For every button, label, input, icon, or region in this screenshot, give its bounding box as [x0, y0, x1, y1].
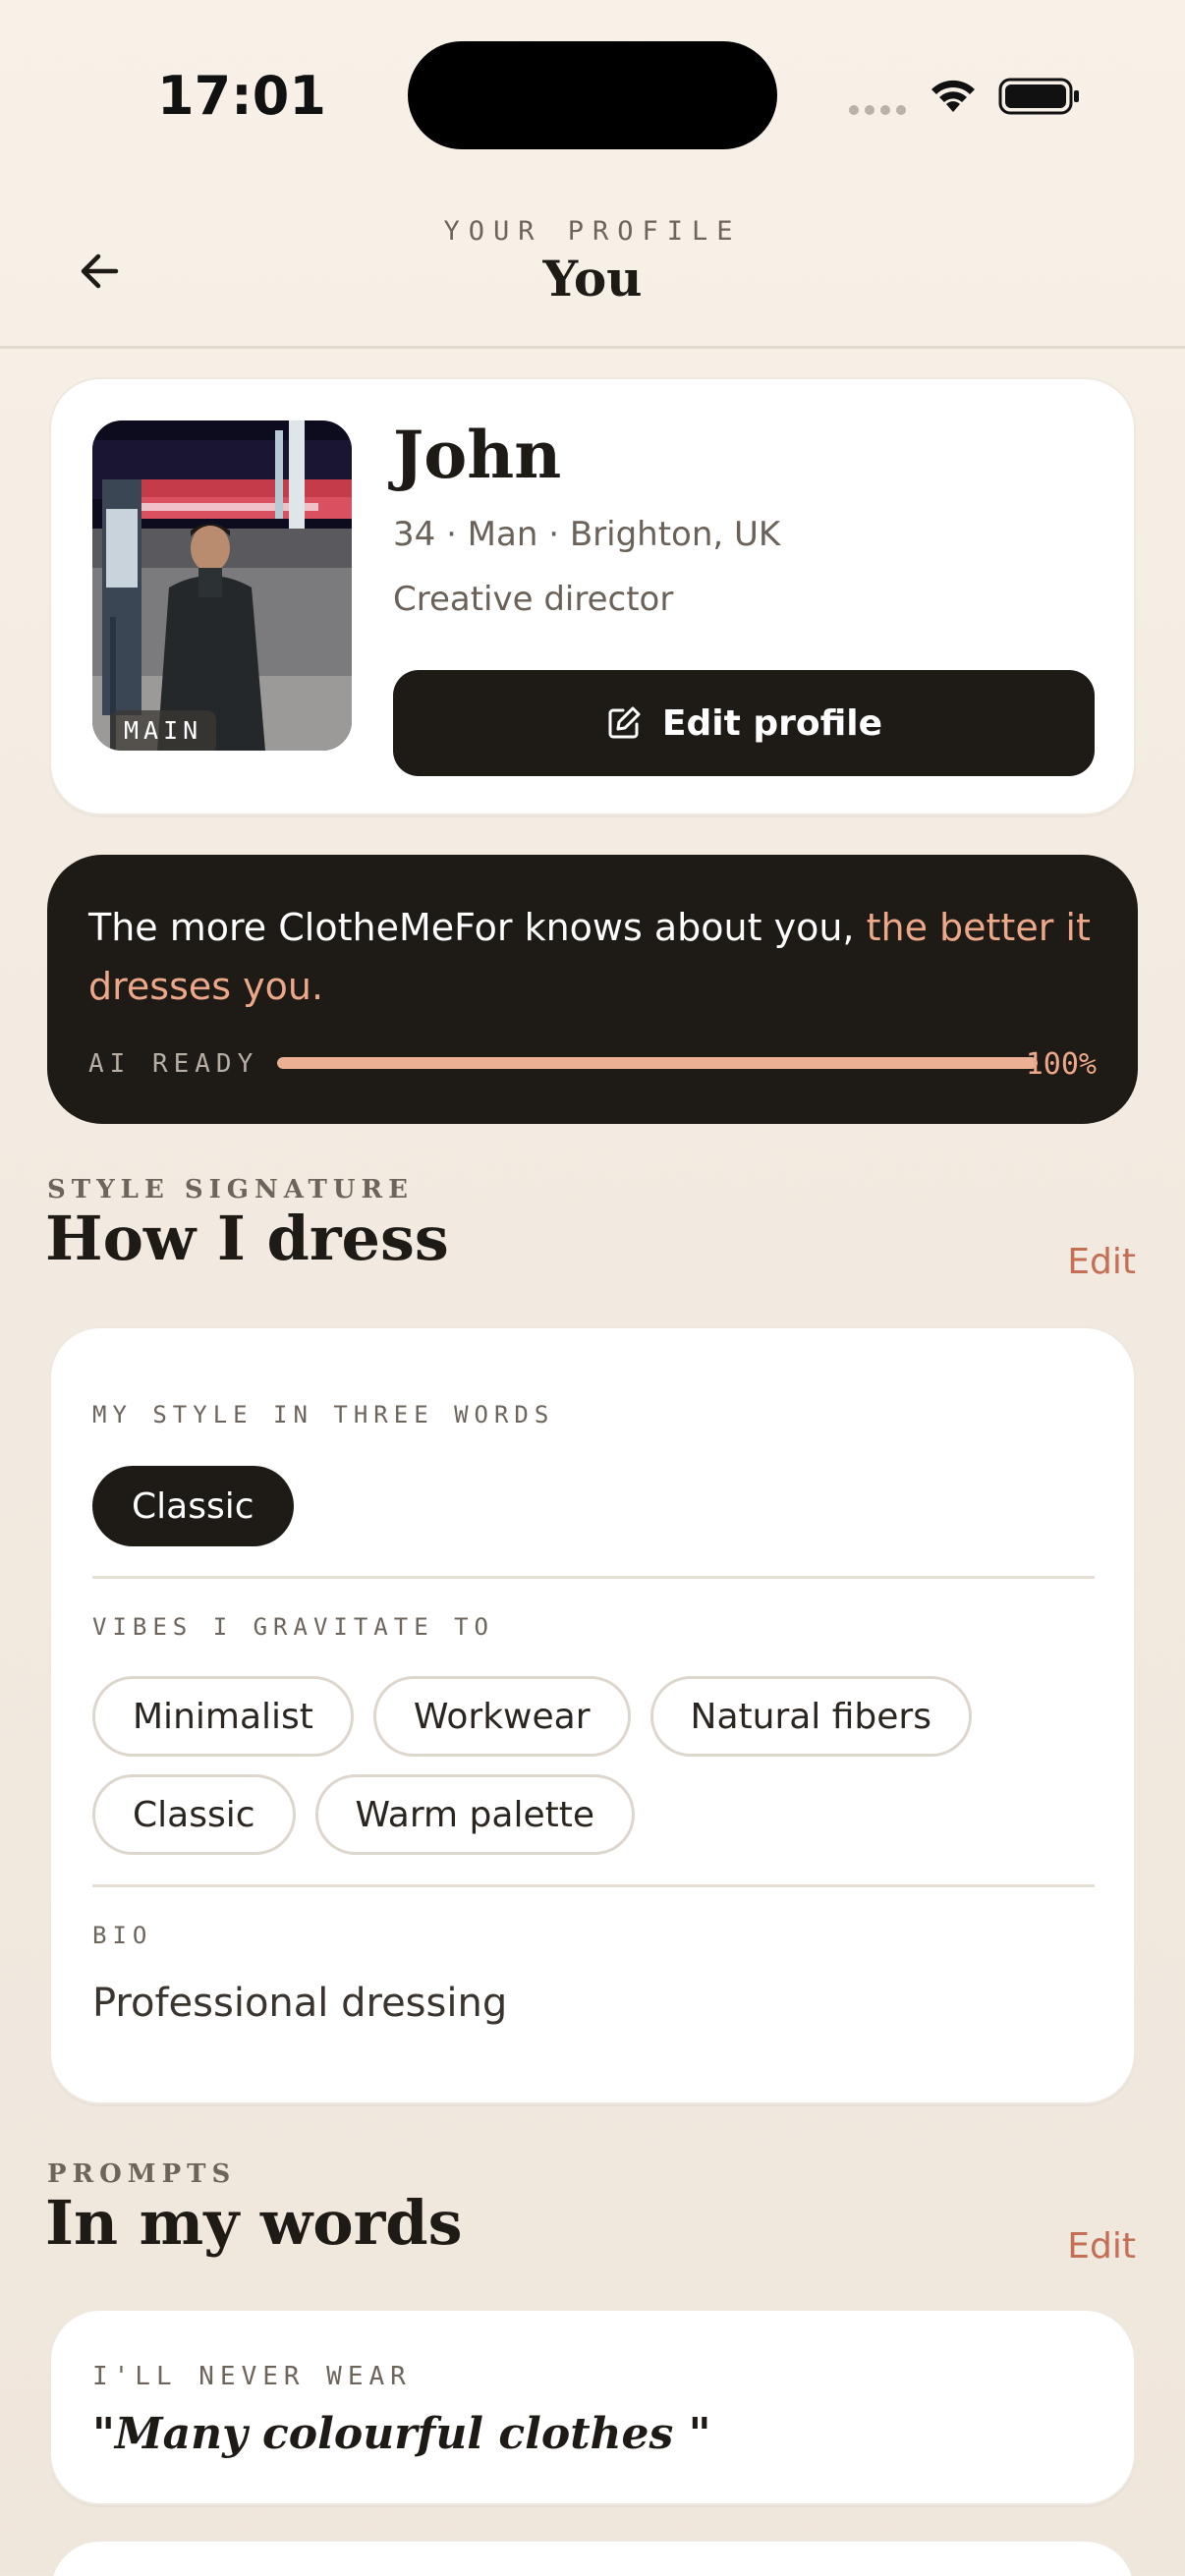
- ai-progress-bar: [277, 1057, 1038, 1069]
- ai-progress-percent: 100%: [1025, 1047, 1097, 1082]
- style-edit-link[interactable]: Edit: [1067, 1242, 1136, 1282]
- edit-profile-button[interactable]: Edit profile: [393, 670, 1095, 776]
- divider: [92, 1884, 1095, 1887]
- vibes-row-1: Minimalist Workwear Natural fibers: [92, 1676, 972, 1757]
- signal-icon: [849, 105, 906, 115]
- vibe-chip: Classic: [92, 1774, 296, 1855]
- status-bar: 17:01: [0, 0, 1185, 187]
- ai-progress-fill: [277, 1057, 1038, 1069]
- prompts-section-eyebrow: PROMPTS: [47, 2159, 237, 2189]
- ai-readiness-message: The more ClotheMeFor knows about you, th…: [88, 898, 1100, 1016]
- profile-name: John: [393, 417, 562, 493]
- profile-meta: 34 · Man · Brighton, UK: [393, 515, 781, 554]
- wifi-icon: [931, 80, 975, 112]
- ai-ready-label: AI READY: [88, 1049, 259, 1079]
- page-eyebrow: YOUR PROFILE: [443, 216, 742, 247]
- prompt-card: I'LL NEVER WEAR "Many colourful clothes …: [49, 2309, 1136, 2505]
- prompts-edit-link[interactable]: Edit: [1067, 2226, 1136, 2267]
- vibe-chip: Workwear: [372, 1676, 631, 1757]
- vibes-label: VIBES I GRAVITATE TO: [92, 1613, 494, 1641]
- top-bar: YOUR PROFILE You: [0, 187, 1185, 349]
- profile-photo[interactable]: MAIN: [92, 420, 352, 751]
- edit-icon: [608, 706, 641, 739]
- prompt-question: I'LL NEVER WEAR: [92, 2362, 412, 2391]
- bio-text: Professional dressing: [92, 1981, 508, 2026]
- style-signature-card: MY STYLE IN THREE WORDS Classic VIBES I …: [49, 1326, 1136, 2104]
- prompt-answer: "Many colourful clothes ": [92, 2409, 711, 2459]
- battery-icon: [998, 78, 1079, 115]
- ai-message-plain: The more ClotheMeFor knows about you,: [88, 906, 867, 949]
- style-section-eyebrow: STYLE SIGNATURE: [47, 1175, 414, 1204]
- prompts-section-title: In my words: [45, 2187, 463, 2259]
- vibe-chip: Minimalist: [92, 1676, 354, 1757]
- prompt-card-partial: [49, 2540, 1136, 2576]
- vibe-chip: Warm palette: [314, 1774, 635, 1855]
- dynamic-island: [408, 41, 777, 149]
- profile-job: Creative director: [393, 580, 674, 619]
- bio-label: BIO: [92, 1922, 153, 1949]
- vibes-row-2: Classic Warm palette: [92, 1774, 635, 1855]
- edit-profile-label: Edit profile: [661, 702, 883, 744]
- status-time: 17:01: [157, 65, 326, 127]
- ai-readiness-card: The more ClotheMeFor knows about you, th…: [47, 855, 1138, 1124]
- photo-main-badge: MAIN: [110, 710, 217, 751]
- style-section-title: How I dress: [45, 1203, 449, 1274]
- divider: [92, 1576, 1095, 1579]
- profile-card: MAIN John 34 · Man · Brighton, UK Creati…: [49, 377, 1136, 815]
- three-words-label: MY STYLE IN THREE WORDS: [92, 1401, 555, 1428]
- profile-photo-image: [92, 420, 352, 751]
- page-title: You: [542, 250, 643, 308]
- vibe-chip: Natural fibers: [649, 1676, 972, 1757]
- three-words-chip: Classic: [92, 1466, 294, 1546]
